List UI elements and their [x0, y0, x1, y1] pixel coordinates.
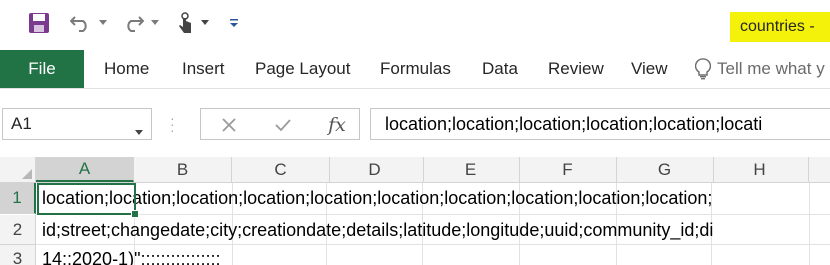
tell-me-text: Tell me what y: [717, 59, 825, 78]
formula-bar: A1 · · · fx location;location;location;loc…: [0, 107, 830, 143]
tab-data[interactable]: Data: [482, 50, 518, 88]
row-header-1[interactable]: 1: [0, 183, 36, 214]
tab-page-layout[interactable]: Page Layout: [255, 50, 350, 88]
redo-dropdown-icon[interactable]: [148, 10, 162, 36]
row-3-area: 3 14;;2020-1)";;;;;;;;;;;;;;;;: [0, 245, 830, 265]
cell-a1[interactable]: location;location;location;location;loca…: [42, 183, 712, 214]
touch-mode-icon[interactable]: [172, 10, 198, 36]
select-all-button[interactable]: [0, 157, 36, 182]
quick-access-toolbar: countries -: [0, 0, 830, 48]
column-headers: A B C D E F G H: [0, 157, 830, 183]
cancel-icon[interactable]: [217, 113, 241, 137]
tab-file[interactable]: File: [0, 50, 84, 88]
row-header-2[interactable]: 2: [0, 215, 36, 245]
column-header-c[interactable]: C: [232, 157, 330, 182]
name-box-value: A1: [11, 114, 32, 133]
cell-a2[interactable]: id;street;changedate;city;creationdate;d…: [42, 215, 713, 245]
ribbon-collapsed-area: [0, 89, 830, 107]
gridline: [36, 244, 830, 245]
tab-formulas[interactable]: Formulas: [380, 50, 451, 88]
redo-icon[interactable]: [118, 10, 148, 36]
fill-handle[interactable]: [131, 210, 139, 218]
ribbon-tabs: File Home Insert Page Layout Formulas Da…: [0, 48, 830, 89]
undo-icon[interactable]: [66, 10, 96, 36]
formula-bar-splitter[interactable]: · · ·: [170, 111, 175, 137]
fx-icon[interactable]: fx: [323, 113, 351, 137]
save-icon[interactable]: [24, 10, 54, 36]
formula-buttons: fx: [200, 108, 360, 140]
tab-home[interactable]: Home: [104, 50, 149, 88]
window-title: countries -: [730, 12, 830, 42]
column-header-g[interactable]: G: [616, 157, 714, 182]
row-header-3[interactable]: 3: [0, 245, 36, 265]
tab-insert[interactable]: Insert: [182, 50, 225, 88]
tab-view[interactable]: View: [631, 50, 668, 88]
enter-icon[interactable]: [271, 113, 295, 137]
undo-dropdown-icon[interactable]: [96, 10, 110, 36]
tell-me-search[interactable]: Tell me what y: [695, 50, 825, 88]
column-header-e[interactable]: E: [422, 157, 520, 182]
formula-input[interactable]: location;location;location;location;loca…: [370, 108, 830, 140]
active-cell-border: [37, 183, 136, 215]
customize-qat-icon[interactable]: [226, 10, 242, 36]
name-box[interactable]: A1: [2, 108, 152, 140]
cell-a3[interactable]: 14;;2020-1)";;;;;;;;;;;;;;;;: [42, 245, 220, 265]
column-header-b[interactable]: B: [134, 157, 232, 182]
tab-review[interactable]: Review: [548, 50, 604, 88]
column-header-a[interactable]: A: [36, 157, 134, 182]
lightbulb-icon: [695, 58, 711, 80]
column-header-d[interactable]: D: [326, 157, 424, 182]
column-header-h[interactable]: H: [711, 157, 809, 182]
column-header-f[interactable]: F: [519, 157, 617, 182]
chevron-down-icon[interactable]: [135, 121, 143, 141]
touch-dropdown-icon[interactable]: [198, 10, 212, 36]
